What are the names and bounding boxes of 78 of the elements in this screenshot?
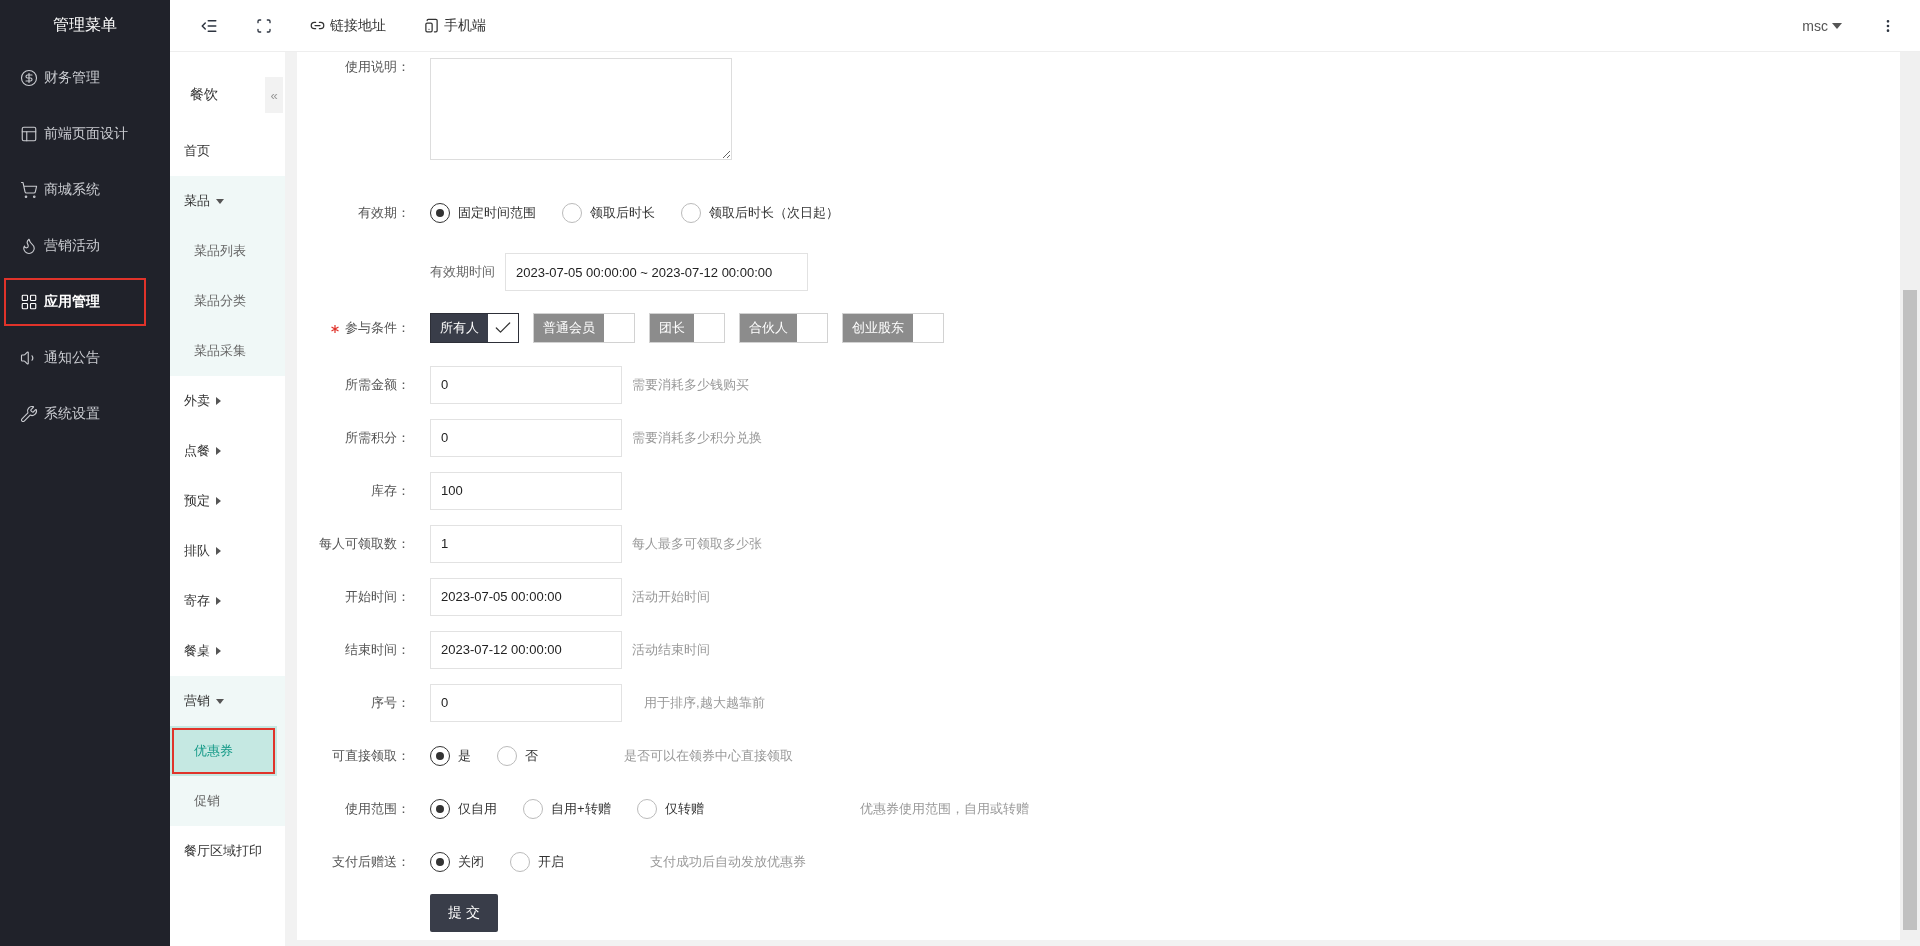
field-label: 开始时间： — [344, 587, 411, 606]
sidebar-item[interactable]: 商城系统 — [0, 162, 150, 218]
sidebar-item[interactable]: 前端页面设计 — [0, 106, 150, 162]
sub-nav-item[interactable]: 预定 — [170, 476, 277, 526]
radio-option[interactable]: 自用+转赠 — [523, 798, 611, 819]
field-label: 序号： — [370, 693, 411, 712]
field-label: 每人可领取数： — [318, 534, 411, 553]
field-label: 所需金额： — [344, 375, 411, 394]
field-label: 结束时间： — [344, 640, 411, 659]
tools-icon — [20, 405, 38, 423]
sub-nav-title: 餐饮 — [190, 86, 218, 104]
field-label: 可直接领取： — [331, 746, 411, 765]
sub-nav-item[interactable]: 餐桌 — [170, 626, 277, 676]
field-label: 所需积分： — [344, 428, 411, 447]
radio-option[interactable]: 开启 — [510, 851, 564, 872]
field-label: 参与条件： — [297, 319, 430, 337]
radio-option[interactable]: 领取后时长（次日起） — [681, 203, 839, 223]
input-field[interactable]: 2023-07-12 00:00:00 — [430, 630, 622, 669]
sub-nav-item[interactable]: 外卖 — [170, 376, 277, 426]
grid-icon — [20, 293, 38, 311]
top-link[interactable]: 链接地址 — [310, 16, 386, 35]
caret-icon — [1832, 22, 1842, 29]
sidebar-item[interactable]: 应用管理 — [0, 274, 150, 330]
hint-text: 需要消耗多少钱购买 — [632, 375, 749, 394]
sidebar-item[interactable]: 通知公告 — [0, 330, 150, 386]
sub-nav-item[interactable]: 首页 — [170, 126, 277, 176]
hint-text: 优惠券使用范围，自用或转赠 — [859, 799, 1029, 818]
sub-nav-item[interactable]: 点餐 — [170, 426, 277, 476]
sidebar-item[interactable]: 系统设置 — [0, 386, 150, 442]
input-field[interactable]: 0 — [430, 683, 622, 722]
hint-text: 活动结束时间 — [632, 640, 710, 659]
hint-text: 用于排序,越大越靠前 — [644, 693, 765, 712]
sub-nav-item[interactable]: 促销 — [170, 776, 277, 826]
sub-nav-item[interactable]: 寄存 — [170, 576, 277, 626]
hint-text: 活动开始时间 — [632, 587, 710, 606]
field-label: 使用范围： — [344, 799, 411, 818]
field-label: 有效期时间 — [430, 263, 495, 281]
field-label: 有效期： — [357, 204, 411, 222]
sub-nav-item[interactable]: 菜品分类 — [170, 276, 277, 326]
sub-nav-item[interactable]: 营销 — [170, 676, 277, 726]
radio-option[interactable]: 是 — [430, 745, 471, 766]
radio-option[interactable]: 否 — [497, 745, 538, 766]
radio-option[interactable]: 仅自用 — [430, 798, 497, 819]
radio-option[interactable]: 固定时间范围 — [430, 203, 536, 223]
checkbox-tag[interactable]: 所有人 — [430, 313, 519, 343]
field-label: 支付后赠送： — [331, 852, 411, 871]
sub-nav-item[interactable]: 菜品 — [170, 176, 277, 226]
hint-text: 是否可以在领券中心直接领取 — [624, 746, 793, 765]
sidebar-item[interactable]: 营销活动 — [0, 218, 150, 274]
radio-option[interactable]: 仅转赠 — [636, 798, 704, 819]
window-layout-icon — [20, 125, 38, 143]
field-label: 库存： — [370, 481, 411, 500]
top-link[interactable]: 手机端 — [424, 16, 486, 35]
field-label: 使用说明： — [344, 58, 411, 76]
sidebar-item[interactable]: 财务管理 — [0, 50, 150, 106]
date-range-field[interactable]: 2023-07-05 00:00:00 ~ 2023-07-12 00:00:00 — [505, 253, 808, 291]
sub-nav-item[interactable]: 菜品列表 — [170, 226, 277, 276]
flame-icon — [20, 237, 38, 255]
textarea-field[interactable] — [430, 58, 732, 160]
submit-button[interactable]: 提 交 — [430, 894, 498, 932]
input-field[interactable]: 0 — [430, 418, 622, 457]
user-menu[interactable]: msc — [1802, 17, 1842, 34]
sidebar-title: 管理菜单 — [52, 14, 118, 35]
input-field[interactable]: 0 — [430, 365, 622, 404]
sub-nav-item[interactable]: 菜品采集 — [170, 326, 277, 376]
radio-option[interactable]: 关闭 — [430, 851, 484, 872]
hint-text: 需要消耗多少积分兑换 — [632, 428, 762, 447]
input-field[interactable]: 100 — [430, 471, 622, 510]
input-field[interactable]: 2023-07-05 00:00:00 — [430, 577, 622, 616]
hint-text: 支付成功后自动发放优惠券 — [650, 852, 806, 871]
hint-text: 每人最多可领取多少张 — [632, 534, 762, 553]
sub-nav-item[interactable]: 排队 — [170, 526, 277, 576]
input-field[interactable]: 1 — [430, 524, 622, 563]
radio-option[interactable]: 领取后时长 — [562, 203, 655, 223]
tablet-icon — [424, 18, 439, 33]
sub-nav-item[interactable]: 餐厅区域打印 — [170, 826, 277, 876]
fullscreen-icon[interactable] — [256, 17, 272, 34]
cart-icon — [20, 181, 38, 199]
